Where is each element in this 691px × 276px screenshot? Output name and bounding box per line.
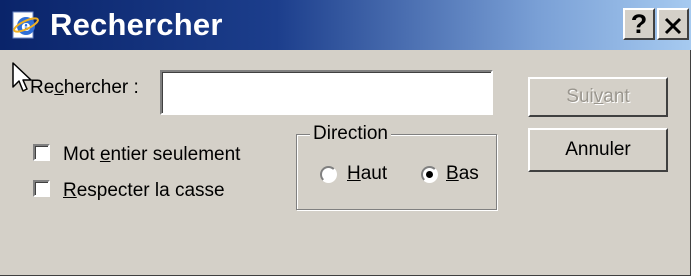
- direction-down-radio[interactable]: [421, 166, 438, 183]
- direction-legend: Direction: [310, 122, 391, 146]
- dialog-title: Rechercher: [50, 7, 223, 42]
- match-case-checkbox[interactable]: [33, 180, 50, 197]
- title-bar[interactable]: e Rechercher ?: [0, 0, 691, 50]
- search-label: Rechercher :: [30, 77, 139, 98]
- direction-up-label[interactable]: Haut: [347, 163, 387, 185]
- whole-word-checkbox[interactable]: [33, 144, 50, 161]
- help-button[interactable]: ?: [623, 8, 655, 40]
- close-button[interactable]: [657, 8, 689, 40]
- direction-down-label[interactable]: Bas: [446, 163, 479, 185]
- ie-icon: e: [12, 11, 39, 39]
- find-dialog: e Rechercher ? Rechercher : Suivant Annu…: [0, 0, 691, 276]
- match-case-label[interactable]: Respecter la casse: [63, 180, 225, 202]
- close-icon: [664, 17, 682, 35]
- whole-word-label[interactable]: Mot entier seulement: [63, 144, 240, 166]
- radio-selected-dot: [426, 171, 433, 178]
- search-input[interactable]: [160, 70, 493, 115]
- cancel-button[interactable]: Annuler: [528, 128, 668, 172]
- next-button[interactable]: Suivant: [528, 77, 668, 117]
- direction-up-radio[interactable]: [320, 166, 337, 183]
